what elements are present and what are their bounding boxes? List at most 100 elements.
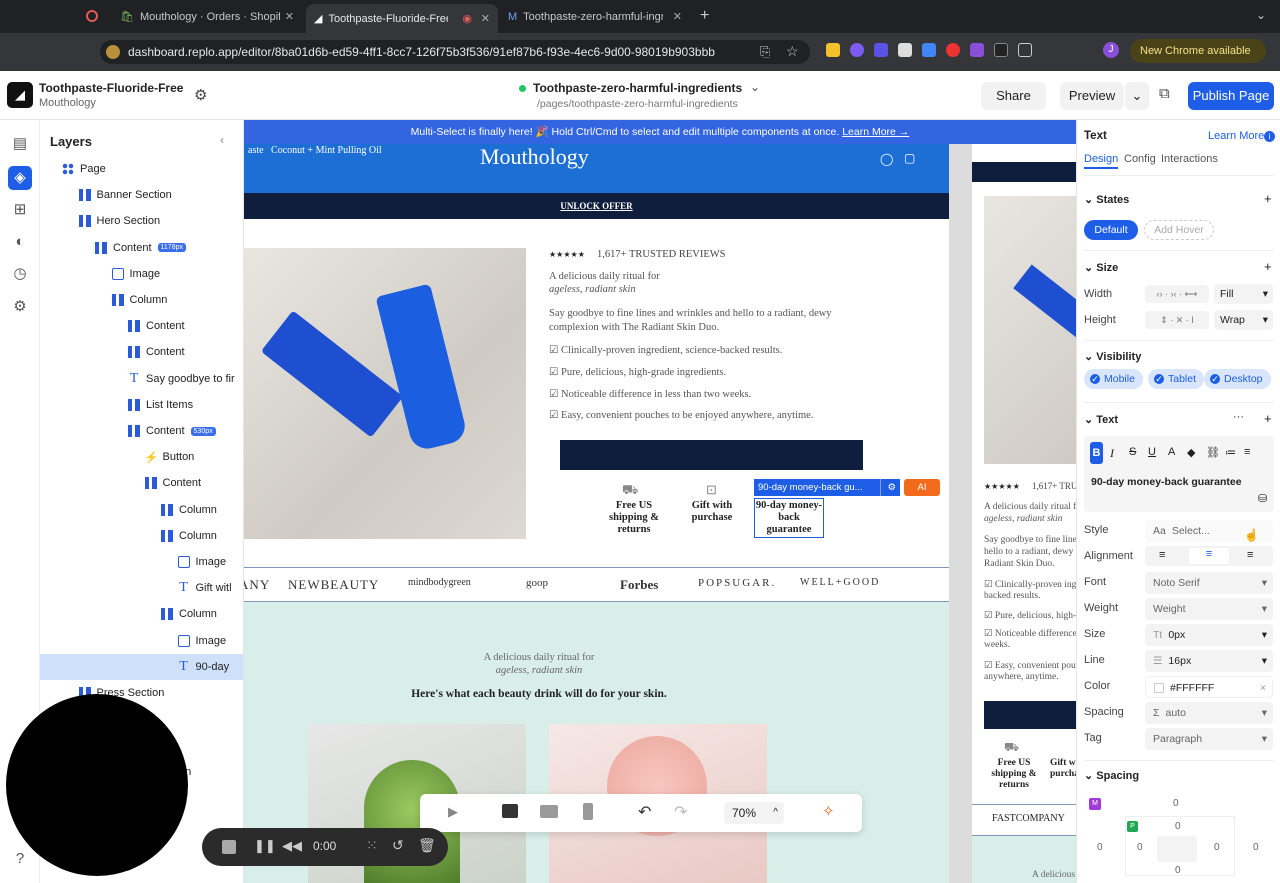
layer-item[interactable]: Column <box>40 287 243 313</box>
width-select[interactable]: Fill ▾ <box>1214 284 1273 304</box>
settings-sliders-icon[interactable]: ⚙ <box>194 86 207 104</box>
feature-shipping[interactable]: Free US shipping & returns <box>604 500 664 536</box>
padding-right-value[interactable]: 0 <box>1214 842 1220 853</box>
redo-icon[interactable]: ↷ <box>674 802 687 822</box>
padding-left-value[interactable]: 0 <box>1137 842 1143 853</box>
publish-page-button[interactable]: Publish Page <box>1188 82 1274 110</box>
layer-item[interactable]: Content <box>40 339 243 365</box>
ai-button[interactable]: AI <box>904 479 940 496</box>
page-dropdown-icon[interactable]: ⌄ <box>750 80 760 94</box>
install-icon[interactable]: ⎘ <box>760 44 770 60</box>
italic-button[interactable]: I <box>1110 446 1114 461</box>
magic-wand-icon[interactable]: ✧ <box>822 802 835 820</box>
extension-icon[interactable] <box>922 43 936 57</box>
visibility-tablet-chip[interactable]: Tablet <box>1148 369 1205 389</box>
extension-icon[interactable] <box>850 43 864 57</box>
layer-item[interactable]: Banner Section <box>40 182 243 208</box>
undo-icon[interactable]: ↶ <box>638 802 651 822</box>
layer-item[interactable]: Content <box>40 470 243 496</box>
margin-right-value[interactable]: 0 <box>1253 842 1259 853</box>
feature-gift[interactable]: Gift with purchase <box>682 500 742 524</box>
close-tab-icon[interactable]: ✕ <box>285 10 294 23</box>
bookmark-star-icon[interactable]: ☆ <box>786 43 799 60</box>
tab-mouthology[interactable]: M Toothpaste-zero-harmful-ingredients ✕ <box>500 4 690 29</box>
layer-item[interactable]: Hero Section <box>40 208 243 234</box>
layer-item[interactable]: Content 1178px <box>40 235 243 261</box>
add-state-icon[interactable]: + <box>1264 191 1272 206</box>
layer-item[interactable]: Image <box>40 549 243 575</box>
layer-item[interactable]: List Items <box>40 392 243 418</box>
padding-bottom-value[interactable]: 0 <box>1175 865 1181 876</box>
margin-top-value[interactable]: 0 <box>1173 798 1179 809</box>
text-content[interactable]: 90-day money-back guarantee <box>1091 476 1242 488</box>
add-size-icon[interactable]: + <box>1264 259 1272 274</box>
zoom-select[interactable]: 70% ^ <box>724 802 784 824</box>
benefit-item[interactable]: ☑ Clinically-proven ingredient, science-… <box>549 344 782 356</box>
strikethrough-button[interactable]: S <box>1129 446 1136 458</box>
close-tab-icon[interactable]: ✕ <box>481 12 490 25</box>
height-mode-toggle[interactable]: ⇕ · ✕ · I <box>1145 311 1209 329</box>
profile-avatar[interactable]: J <box>1103 42 1119 58</box>
highlight-icon[interactable]: ◆ <box>1187 446 1195 459</box>
underline-button[interactable]: U <box>1148 446 1156 458</box>
selection-settings-icon[interactable]: ⚙ <box>880 479 896 496</box>
feature-guarantee-selected[interactable]: 90-day money-back guarantee <box>754 498 824 538</box>
selection-label[interactable]: 90-day money-back gu... ⚙ <box>754 479 900 496</box>
bullet-list-icon[interactable]: ≔ <box>1225 446 1236 459</box>
line-height-field[interactable]: ☰ 16px ▾ <box>1145 650 1273 672</box>
play-icon[interactable]: ▶ <box>448 804 458 820</box>
color-swatch[interactable] <box>1154 683 1164 694</box>
layer-item[interactable]: Page <box>40 156 243 182</box>
width-mode-toggle[interactable]: ‹› · ›‹ · ⟷ <box>1145 285 1209 303</box>
hero-description[interactable]: Say goodbye to fine lines and wrinkles a… <box>549 307 869 335</box>
benefit-item[interactable]: ☑ Easy, convenient pouches to be enjoyed… <box>549 409 813 421</box>
default-state-chip[interactable]: Default <box>1084 220 1138 240</box>
layer-item[interactable]: Image <box>40 628 243 654</box>
extension-icon[interactable] <box>970 43 984 57</box>
numbered-list-icon[interactable]: ≡ <box>1244 446 1250 458</box>
extensions-puzzle-icon[interactable] <box>1018 43 1032 57</box>
page-name[interactable]: Toothpaste-zero-harmful-ingredients <box>533 81 742 95</box>
database-icon[interactable]: ⛁ <box>1258 492 1267 505</box>
account-icon[interactable]: ◯ <box>880 152 893 166</box>
tab-shopify[interactable]: 🛍 Mouthology · Orders · Shopify ✕ <box>112 4 302 29</box>
extension-icon[interactable] <box>994 43 1008 57</box>
height-select[interactable]: Wrap ▾ <box>1214 310 1273 330</box>
benefit-item[interactable]: ☑ Noticeable difference in less than two… <box>549 388 751 400</box>
stop-icon[interactable] <box>222 840 236 854</box>
tab-interactions[interactable]: Interactions <box>1161 153 1218 165</box>
text-heading[interactable]: ⌄ Text <box>1084 413 1118 426</box>
tab-design[interactable]: Design <box>1084 153 1118 165</box>
align-left-icon[interactable]: ≡ <box>1159 549 1165 561</box>
site-logo[interactable]: Mouthology <box>480 144 589 170</box>
tablet-view-icon[interactable] <box>540 805 558 818</box>
mobile-cta-button[interactable] <box>984 701 1076 729</box>
layers-icon[interactable]: ◈ <box>8 166 32 190</box>
info-icon[interactable]: i <box>1264 131 1275 142</box>
product-image[interactable] <box>244 248 526 539</box>
announcement-learn-more-link[interactable]: Learn More → <box>842 126 909 138</box>
more-options-icon[interactable]: ··· <box>1233 411 1244 423</box>
mobile-product-image[interactable] <box>984 196 1076 464</box>
pages-icon[interactable]: ▤ <box>10 134 30 154</box>
extension-icon[interactable] <box>826 43 840 57</box>
benefit-item[interactable]: ☑ Pure, delicious, high-grade ingredient… <box>549 366 726 378</box>
share-button[interactable]: Share <box>981 82 1046 110</box>
layer-item[interactable]: Column <box>40 497 243 523</box>
close-tab-icon[interactable]: ✕ <box>673 10 682 23</box>
layer-item[interactable]: T Gift witl <box>40 575 243 601</box>
theme-palette-icon[interactable]: ◐ <box>10 232 30 252</box>
visibility-heading[interactable]: ⌄ Visibility <box>1084 350 1141 363</box>
rich-text-editor[interactable]: B I S U A ◆ ⛓ ≔ ≡ 90-day money-back guar… <box>1084 436 1274 512</box>
tab-config[interactable]: Config <box>1124 153 1156 165</box>
layer-item[interactable]: ⚡ Button <box>40 444 243 470</box>
preview-dropdown-icon[interactable]: ⌄ <box>1125 82 1149 110</box>
font-size-field[interactable]: Tt 0px ▾ <box>1145 624 1273 646</box>
url-field[interactable]: dashboard.replo.app/editor/8ba01d6b-ed59… <box>100 40 810 64</box>
text-color-icon[interactable]: A <box>1168 446 1175 458</box>
tab-active[interactable]: ◢ Toothpaste-Fluoride-Free ◉ ✕ <box>306 4 498 33</box>
layer-item[interactable]: T 90-day <box>40 653 243 680</box>
letter-spacing-field[interactable]: Σauto ▾ <box>1145 702 1273 724</box>
layer-item[interactable]: Content <box>40 313 243 339</box>
add-text-icon[interactable]: + <box>1264 411 1272 426</box>
